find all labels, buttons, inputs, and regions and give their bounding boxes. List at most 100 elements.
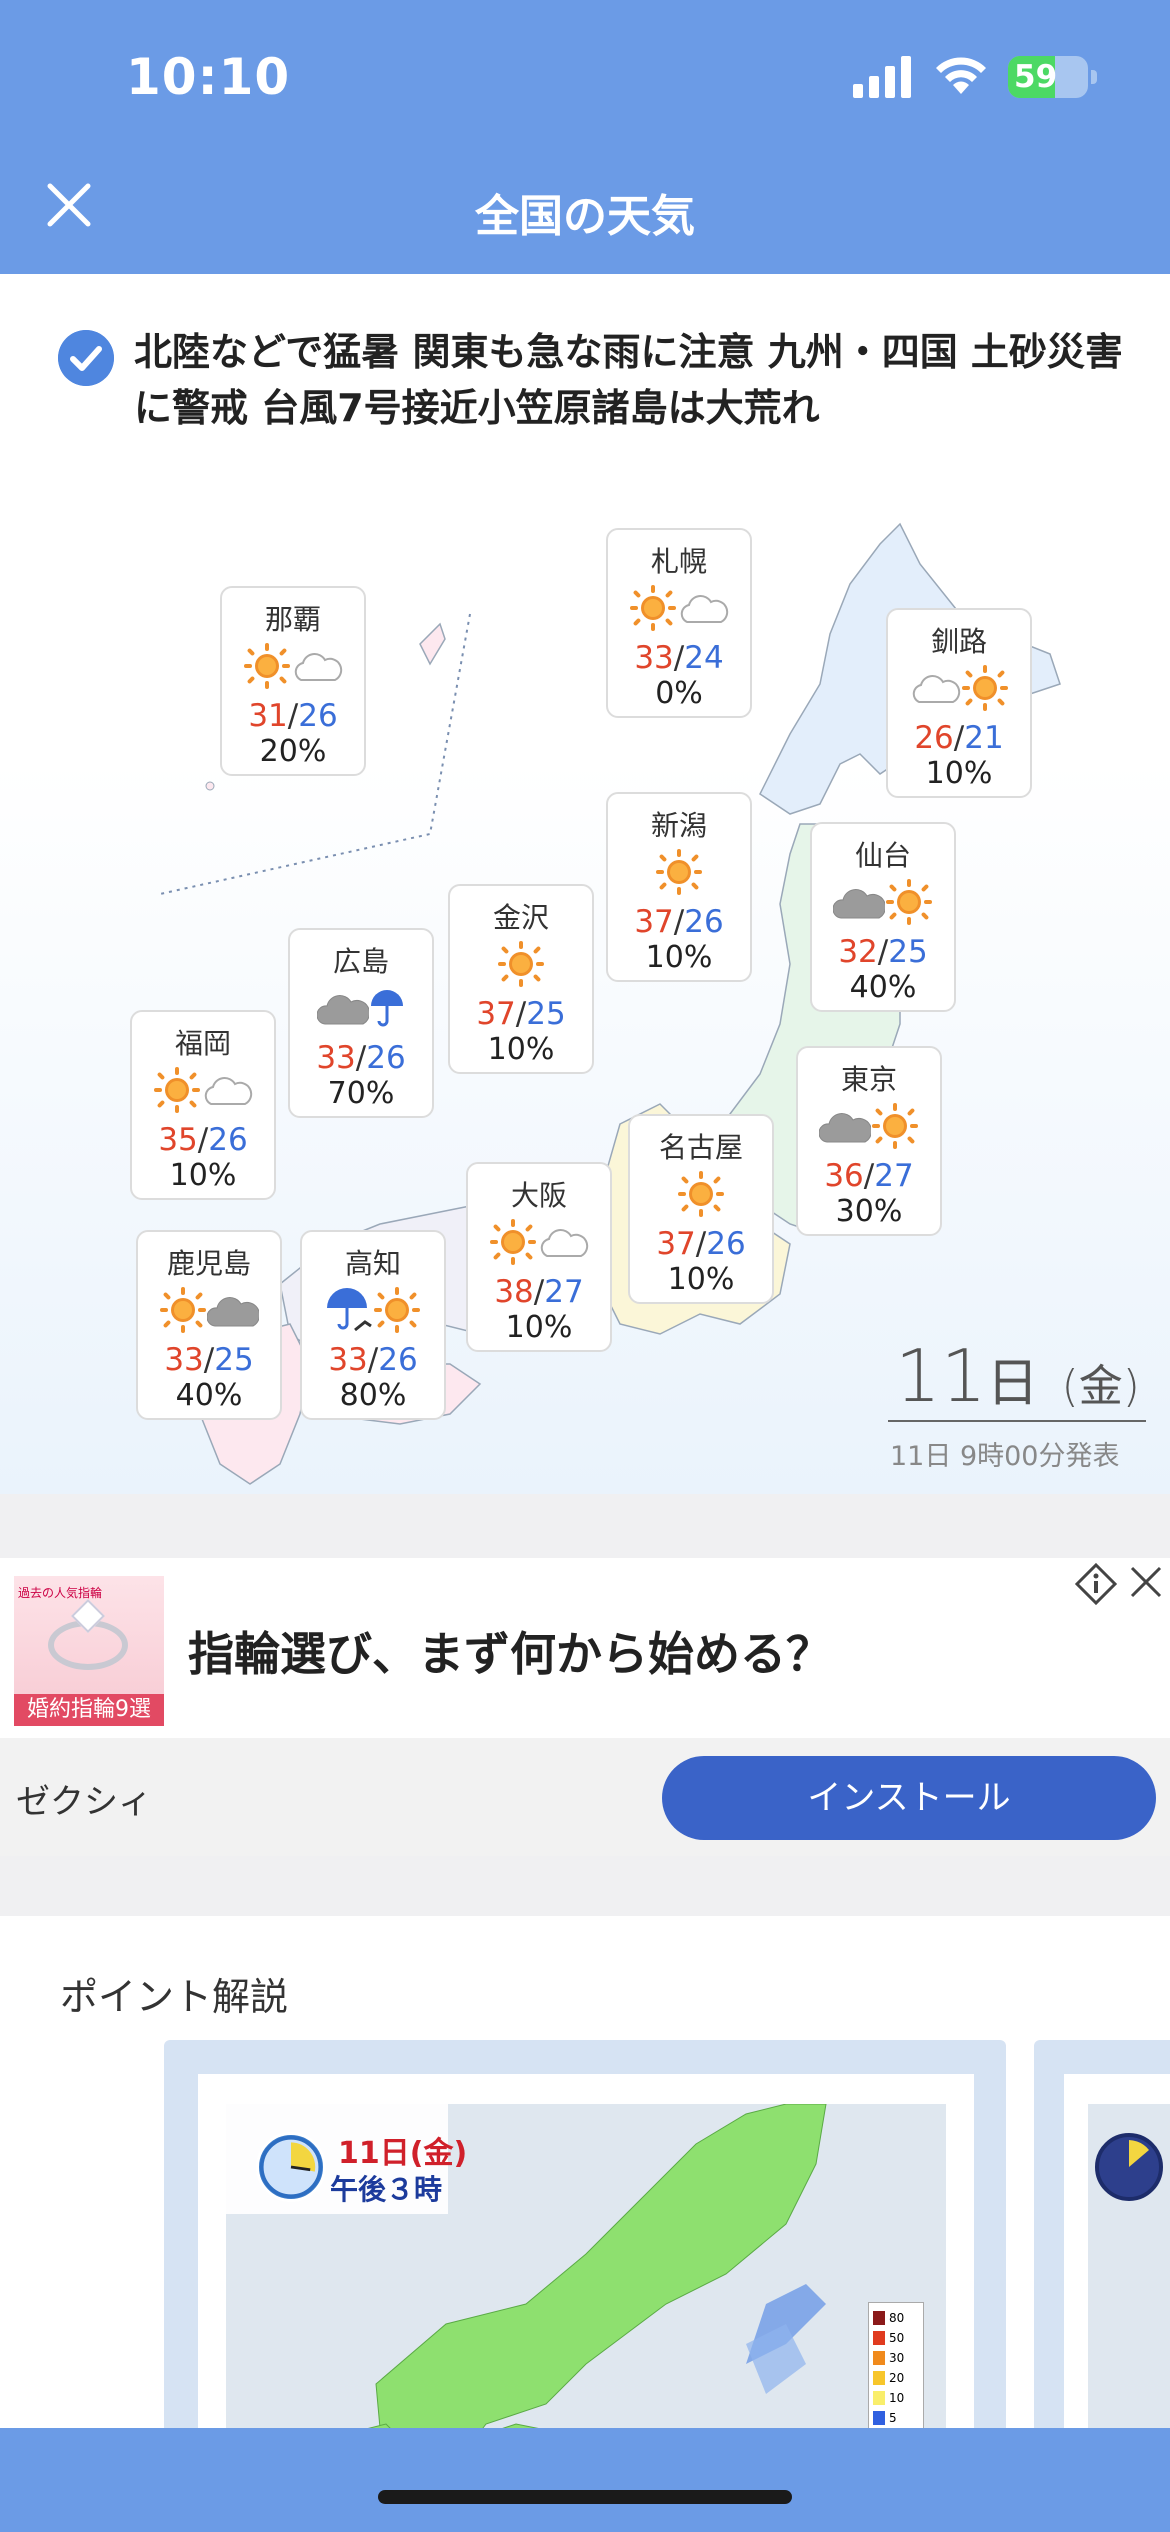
temp-high: 33: [634, 640, 674, 676]
city-card-kushiro[interactable]: 釧路 26/21 10%: [886, 608, 1032, 798]
city-card-hiroshima[interactable]: 広島 33/26 70%: [288, 928, 434, 1118]
ad-action-bar: ゼクシィ インストール: [0, 1738, 1170, 1856]
temp-low: 24: [684, 640, 724, 676]
city-card-kanazawa[interactable]: 金沢 37/25 10%: [448, 884, 594, 1074]
battery-percent: 59: [1014, 59, 1058, 95]
ad-title[interactable]: 指輪選び、まず何から始める？: [188, 1618, 832, 1684]
ad-banner[interactable]: 過去の人気指輪 婚約指輪9選 指輪選び、まず何から始める？: [0, 1558, 1170, 1738]
city-card-naha[interactable]: 那覇 31/26 20%: [220, 586, 366, 776]
temperature: 33/26: [316, 1040, 406, 1076]
rain-chance: 10%: [169, 1158, 237, 1193]
legend-swatch: [873, 2331, 885, 2345]
weather-icons: [222, 634, 364, 698]
section-gap: [0, 1856, 1170, 1916]
temp-high: 31: [248, 698, 288, 734]
weather-icons: [798, 1094, 940, 1158]
temperature: 37/25: [476, 996, 566, 1032]
legend-label: 30: [889, 2351, 905, 2365]
section-gap: [0, 1494, 1170, 1558]
bottom-bar: [0, 2428, 1170, 2532]
temperature: 31/26: [248, 698, 338, 734]
temp-low: 21: [964, 720, 1004, 756]
nav-bar: 全国の天気: [0, 150, 1170, 274]
rain-chance: 10%: [487, 1032, 555, 1067]
city-card-kochi[interactable]: 高知 33/26 80%: [300, 1230, 446, 1420]
rain-chance: 30%: [835, 1194, 903, 1229]
temperature: 32/25: [838, 934, 928, 970]
city-card-nagoya[interactable]: 名古屋 37/26 10%: [628, 1114, 774, 1304]
sun-icon: [244, 643, 290, 689]
rain-chance: 80%: [339, 1378, 407, 1413]
ad-thumbnail[interactable]: 過去の人気指輪 婚約指輪9選: [14, 1576, 164, 1726]
umbrella-icon: [371, 990, 403, 1027]
install-button[interactable]: インストール: [662, 1756, 1156, 1840]
temp-high: 33: [164, 1342, 204, 1378]
sun-icon: [886, 879, 932, 925]
temp-low: 26: [208, 1122, 248, 1158]
weather-icons: [608, 840, 750, 904]
headline-text[interactable]: 北陸などで猛暑 関東も急な雨に注意 九州・四国 土砂災害に警戒 台風7号接近小笠…: [134, 324, 1124, 436]
temp-high: 26: [914, 720, 954, 756]
radar-time: 午後３時: [330, 2173, 443, 2206]
city-card-kagoshima[interactable]: 鹿児島 33/25 40%: [136, 1230, 282, 1420]
weather-icons: [630, 1162, 772, 1226]
rain-chance: 0%: [655, 676, 703, 711]
city-card-sapporo[interactable]: 札幌 33/24 0%: [606, 528, 752, 718]
home-indicator[interactable]: [378, 2490, 792, 2504]
legend-swatch: [873, 2391, 885, 2405]
temp-low: 26: [366, 1040, 406, 1076]
date-day-label: 日: [986, 1354, 1039, 1414]
wifi-icon: [936, 57, 986, 94]
cloud-icon: [317, 995, 369, 1025]
temp-low: 26: [706, 1226, 746, 1262]
temp-low: 27: [874, 1158, 914, 1194]
city-card-tokyo[interactable]: 東京 36/27 30%: [796, 1046, 942, 1236]
status-bar: 10:10 59: [0, 0, 1170, 150]
sun-icon: [154, 1067, 200, 1113]
sun-icon: [490, 1219, 536, 1265]
city-name: 東京: [840, 1063, 897, 1096]
city-card-sendai[interactable]: 仙台 32/25 40%: [810, 822, 956, 1012]
forecast-date: 11日 (金): [895, 1334, 1140, 1418]
city-card-osaka[interactable]: 大阪 38/27 10%: [466, 1162, 612, 1352]
cloud-icon: [912, 675, 961, 703]
check-icon: [58, 330, 114, 386]
status-time: 10:10: [126, 48, 291, 106]
rain-chance: 20%: [259, 734, 327, 769]
temperature: 38/27: [494, 1274, 584, 1310]
temp-high: 35: [158, 1122, 198, 1158]
legend-swatch: [873, 2411, 885, 2425]
city-name: 金沢: [492, 901, 549, 934]
sun-icon: [630, 585, 676, 631]
cloud-icon: [294, 653, 343, 681]
city-card-fukuoka[interactable]: 福岡 35/26 10%: [130, 1010, 276, 1200]
city-name: 札幌: [650, 545, 707, 578]
battery-nub: [1091, 70, 1097, 84]
cloud-icon: [207, 1297, 259, 1327]
sun-icon: [160, 1287, 206, 1333]
temperature: 33/24: [634, 640, 724, 676]
ad-thumb-tag: 婚約指輪9選: [14, 1694, 164, 1726]
cloud-icon: [819, 1113, 871, 1143]
temp-high: 37: [656, 1226, 696, 1262]
sun-icon: [374, 1287, 420, 1333]
rain-chance: 10%: [667, 1262, 735, 1297]
city-name: 福岡: [174, 1027, 231, 1060]
city-card-niigata[interactable]: 新潟 37/26 10%: [606, 792, 752, 982]
national-weather-panel: 北陸などで猛暑 関東も急な雨に注意 九州・四国 土砂災害に警戒 台風7号接近小笠…: [0, 274, 1170, 1494]
legend-swatch: [873, 2351, 885, 2365]
temperature: 35/26: [158, 1122, 248, 1158]
rain-chance: 40%: [175, 1378, 243, 1413]
city-name: 那覇: [264, 603, 321, 636]
temperature: 37/26: [634, 904, 724, 940]
temp-high: 33: [316, 1040, 356, 1076]
ad-close-icon[interactable]: [1126, 1562, 1166, 1602]
rain-chance: 40%: [849, 970, 917, 1005]
weather-icons: [468, 1210, 610, 1274]
date-divider: [888, 1420, 1146, 1422]
cellular-signal-icon: [853, 56, 911, 98]
city-name: 名古屋: [658, 1131, 743, 1164]
cloud-icon: [680, 595, 729, 623]
sun-icon: [498, 941, 544, 987]
ad-info-icon[interactable]: [1074, 1562, 1118, 1606]
